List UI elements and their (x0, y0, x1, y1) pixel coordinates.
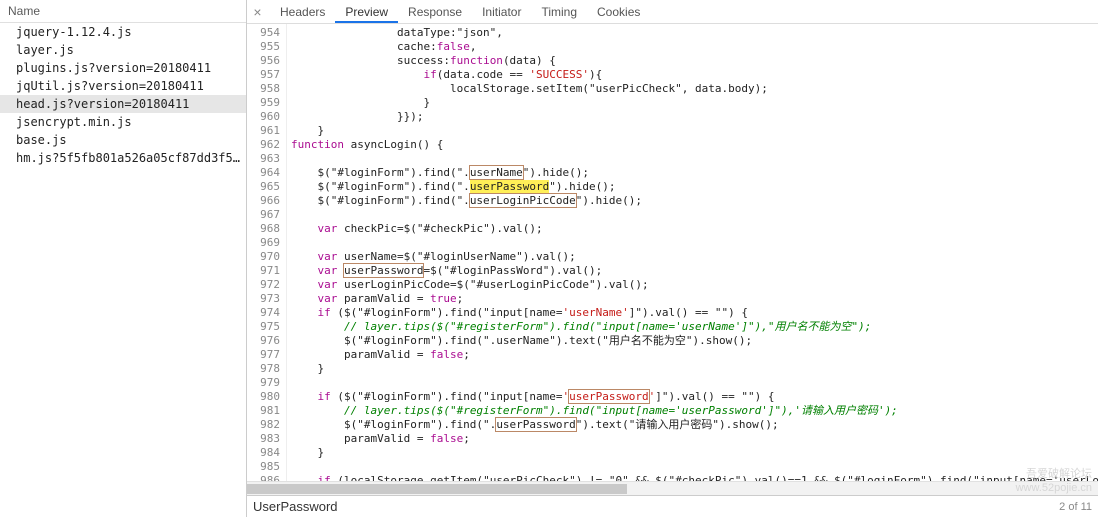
code-line: if ($("#loginForm").find("input[name='us… (291, 306, 1098, 320)
tab-cookies[interactable]: Cookies (587, 1, 650, 22)
code-line: } (291, 124, 1098, 138)
tab-timing[interactable]: Timing (531, 1, 587, 22)
scrollbar-thumb[interactable] (247, 484, 627, 494)
file-item[interactable]: base.js (0, 131, 246, 149)
file-item[interactable]: plugins.js?version=20180411 (0, 59, 246, 77)
code-line: $("#loginForm").find(".userName").text("… (291, 334, 1098, 348)
file-item[interactable]: jquery-1.12.4.js (0, 23, 246, 41)
tab-initiator[interactable]: Initiator (472, 1, 531, 22)
code-line: var userName=$("#loginUserName").val(); (291, 250, 1098, 264)
tab-preview[interactable]: Preview (335, 1, 398, 22)
code-line: dataType:"json", (291, 26, 1098, 40)
code-line: } (291, 362, 1098, 376)
code-line: // layer.tips($("#registerForm").find("i… (291, 320, 1098, 334)
code-line: if (localStorage.getItem("userPicCheck")… (291, 474, 1098, 481)
code-line: var checkPic=$("#checkPic").val(); (291, 222, 1098, 236)
code-line: $("#loginForm").find(".userLoginPicCode"… (291, 194, 1098, 208)
code-line: paramValid = false; (291, 432, 1098, 446)
code-line: $("#loginForm").find(".userPassword").hi… (291, 180, 1098, 194)
close-icon[interactable]: × (251, 5, 264, 18)
tab-headers[interactable]: Headers (270, 1, 335, 22)
code-line: $("#loginForm").find(".userPassword").te… (291, 418, 1098, 432)
name-column-header[interactable]: Name (0, 0, 246, 23)
code-line: if ($("#loginForm").find("input[name='us… (291, 390, 1098, 404)
code-line: } (291, 96, 1098, 110)
tab-response[interactable]: Response (398, 1, 472, 22)
file-item[interactable]: jsencrypt.min.js (0, 113, 246, 131)
line-gutter: 9549559569579589599609619629639649659669… (247, 24, 287, 481)
tabs-bar: × HeadersPreviewResponseInitiatorTimingC… (247, 0, 1098, 24)
horizontal-scrollbar[interactable] (247, 481, 1098, 495)
code-line: var paramValid = true; (291, 292, 1098, 306)
code-line (291, 460, 1098, 474)
search-input[interactable] (253, 499, 503, 514)
search-bar: 2 of 11 (247, 495, 1098, 517)
code-line: paramValid = false; (291, 348, 1098, 362)
file-item[interactable]: head.js?version=20180411 (0, 95, 246, 113)
code-view[interactable]: dataType:"json", cache:false, success:fu… (287, 24, 1098, 481)
code-line (291, 376, 1098, 390)
code-line (291, 152, 1098, 166)
code-line: }}); (291, 110, 1098, 124)
code-line: localStorage.setItem("userPicCheck", dat… (291, 82, 1098, 96)
file-item[interactable]: layer.js (0, 41, 246, 59)
code-line: } (291, 446, 1098, 460)
code-line (291, 208, 1098, 222)
code-line: var userPassword=$("#loginPassWord").val… (291, 264, 1098, 278)
code-line: var userLoginPicCode=$("#userLoginPicCod… (291, 278, 1098, 292)
file-item[interactable]: hm.js?5f5fb801a526a05cf87dd3f5eb24e3... (0, 149, 246, 167)
search-count: 2 of 11 (1059, 501, 1092, 513)
code-line: // layer.tips($("#registerForm").find("i… (291, 404, 1098, 418)
file-item[interactable]: jqUtil.js?version=20180411 (0, 77, 246, 95)
code-line: $("#loginForm").find(".userName").hide()… (291, 166, 1098, 180)
code-line: function asyncLogin() { (291, 138, 1098, 152)
file-list: jquery-1.12.4.jslayer.jsplugins.js?versi… (0, 23, 246, 517)
code-line: cache:false, (291, 40, 1098, 54)
code-line (291, 236, 1098, 250)
code-line: if(data.code == 'SUCCESS'){ (291, 68, 1098, 82)
code-line: success:function(data) { (291, 54, 1098, 68)
